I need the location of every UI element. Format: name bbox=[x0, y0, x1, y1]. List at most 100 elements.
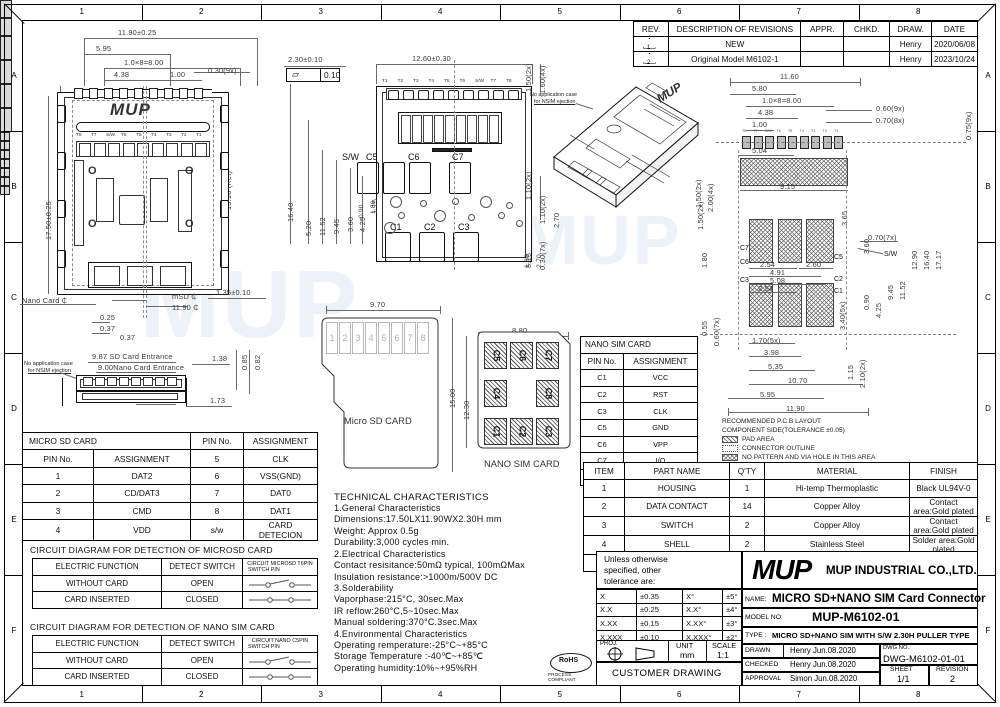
msd-cell: 8 bbox=[190, 501, 244, 520]
dim-sd-entrance: 9.87 SD Card Entrance bbox=[92, 352, 173, 361]
pcb-legend-nopattern: NO PATTERN AND VIA HOLE IN THIS AREA bbox=[742, 454, 876, 461]
company-logo: MUP bbox=[752, 554, 812, 585]
mounting-hole bbox=[384, 222, 396, 234]
nsim-cell: RST bbox=[623, 385, 698, 404]
side-tooth bbox=[83, 377, 93, 386]
top-contact bbox=[134, 88, 143, 99]
msd-row: 2 CD/DAT3 7 DAT0 bbox=[22, 484, 318, 503]
pcb-label-c5: C5 bbox=[834, 254, 843, 261]
tol-cell: ±0.35 bbox=[636, 589, 683, 604]
rev-header: CHKD. bbox=[843, 21, 891, 37]
tol-cell: ±4° bbox=[722, 602, 742, 618]
dim-pcb-254b: 2.54 bbox=[758, 284, 774, 293]
msd-assignment: CLK bbox=[243, 449, 318, 468]
zone-tick bbox=[4, 131, 22, 132]
bom-cell: Copper Alloy bbox=[764, 515, 910, 536]
dim-pitch: 1.0×8=8.00 bbox=[124, 58, 164, 67]
contact-spring bbox=[180, 143, 193, 157]
center-contact bbox=[508, 90, 519, 100]
msd-header: ASSIGNMENT bbox=[93, 449, 191, 468]
center-contact-label-T5: T5 bbox=[444, 79, 450, 84]
approval-value: Simon Jun.08.2020 bbox=[790, 674, 858, 683]
dim-nano-entrance: 9.00Nano Card Entrance bbox=[98, 363, 185, 372]
dim-nano-h: 12.30 bbox=[462, 400, 471, 421]
zone-tick bbox=[4, 353, 22, 354]
msd-header: PIN No. bbox=[22, 449, 94, 468]
contact-spring bbox=[151, 143, 164, 157]
bom-cell: Copper Alloy bbox=[764, 496, 910, 517]
rev-cell: NEW bbox=[668, 36, 802, 52]
msd-cell: CMD bbox=[93, 501, 191, 520]
zone-top-5: 5 bbox=[557, 7, 562, 16]
rev-header: DRAW. bbox=[889, 21, 933, 37]
center-contact bbox=[478, 90, 489, 100]
msd-row: 3 CMD 8 DAT1 bbox=[22, 501, 318, 520]
dim-085: 0.85 bbox=[240, 354, 249, 370]
top-contact bbox=[179, 88, 188, 99]
contact-finger bbox=[423, 115, 433, 143]
circ-header: CIRCUIT NANO C5PIN SWITCH PIN bbox=[242, 635, 318, 653]
side-tooth bbox=[143, 377, 153, 386]
zone-tick bbox=[978, 242, 996, 243]
center-contact bbox=[418, 90, 429, 100]
customer-drawing-label: CUSTOMER DRAWING bbox=[612, 668, 722, 679]
rev-header: DATE bbox=[931, 21, 978, 37]
bom-cell: 2 bbox=[583, 496, 625, 517]
contact-label-T1: T1 bbox=[196, 133, 202, 138]
engraved-logo: MUP bbox=[110, 100, 151, 119]
microsd-pin-table: MICRO SD CARD PIN No. ASSIGNMENT PIN No. ASS… bbox=[22, 431, 318, 541]
zone-tick bbox=[739, 4, 740, 20]
zone-right-D: D bbox=[985, 403, 991, 413]
dim-pcb-1190: 11.90 bbox=[786, 404, 805, 413]
zone-bottom-5: 5 bbox=[557, 690, 562, 699]
zone-tick bbox=[978, 464, 996, 465]
zone-top-6: 6 bbox=[677, 7, 682, 16]
company-name: MUP INDUSTRIAL CO.,LTD. bbox=[826, 564, 977, 577]
note-nsim-label-1a: No application case bbox=[24, 361, 73, 367]
circ-function: WITHOUT CARD bbox=[31, 574, 163, 592]
zone-left-C: C bbox=[11, 292, 17, 302]
zone-bottom-8: 8 bbox=[916, 690, 921, 699]
circ-symbol-icon bbox=[242, 591, 318, 609]
nano-pad-C8: C8 bbox=[536, 380, 559, 407]
bom-header: ITEM bbox=[583, 461, 625, 481]
zone-tick bbox=[380, 4, 382, 20]
nsim-cell: C3 bbox=[580, 402, 624, 420]
msd-cell: 1 bbox=[22, 466, 94, 486]
nano-pad-C6: C6 bbox=[510, 342, 533, 369]
approval-label: APPROVAL bbox=[745, 675, 782, 682]
zone-tick bbox=[739, 686, 740, 702]
center-contact bbox=[388, 90, 399, 100]
dwg-label: DWG NO.: bbox=[883, 645, 911, 651]
contact-finger bbox=[489, 115, 499, 143]
circ-symbol-icon bbox=[242, 574, 318, 592]
checked-value: Henry Jun.08.2020 bbox=[790, 660, 856, 669]
circ-row: WITHOUT CARD OPEN bbox=[31, 574, 318, 592]
dim-173: 1.73 bbox=[210, 396, 226, 405]
bom-cell: 1 bbox=[583, 479, 625, 498]
revision-value: 2 bbox=[950, 674, 956, 684]
zone-top-4: 4 bbox=[438, 7, 443, 16]
pcb-pad-label: T8 bbox=[742, 129, 747, 133]
bom-row: 2 DATA CONTACT 14 Copper Alloy Contact area:… bbox=[583, 496, 978, 517]
tech-line: Manual soldering:370°C.3sec.Max bbox=[334, 617, 478, 628]
dim-iso-180: 1.80 bbox=[524, 253, 531, 268]
center-contact-label-T8: T8 bbox=[506, 79, 512, 84]
zone-right-A: A bbox=[985, 70, 991, 80]
circuit-microsd-table: ELECTRIC FUNCTION DETECT SWITCH CIRCUIT MI… bbox=[31, 558, 318, 609]
zone-tick bbox=[978, 131, 996, 132]
dim-pcb-580: 5.80 bbox=[752, 84, 768, 93]
bom-cell: SWITCH bbox=[624, 515, 730, 536]
zone-top-1: 1 bbox=[79, 7, 84, 16]
dim-pcb-pitch: 1.0×8=8.00 bbox=[762, 96, 802, 105]
dim-pcb-1717: 17.17 bbox=[934, 250, 943, 271]
contact-label-T5: T5 bbox=[136, 133, 142, 138]
zone-bottom-6: 6 bbox=[677, 690, 682, 699]
tol-note-3: tolerance are: bbox=[604, 576, 656, 586]
dim-1640: 16.40 bbox=[286, 202, 295, 223]
msd-pin: 5 bbox=[190, 449, 244, 468]
center-contact-label-T2: T2 bbox=[397, 79, 404, 84]
contact-finger bbox=[456, 115, 466, 143]
contact-finger bbox=[412, 115, 422, 143]
name-label: NAME: bbox=[745, 596, 767, 603]
